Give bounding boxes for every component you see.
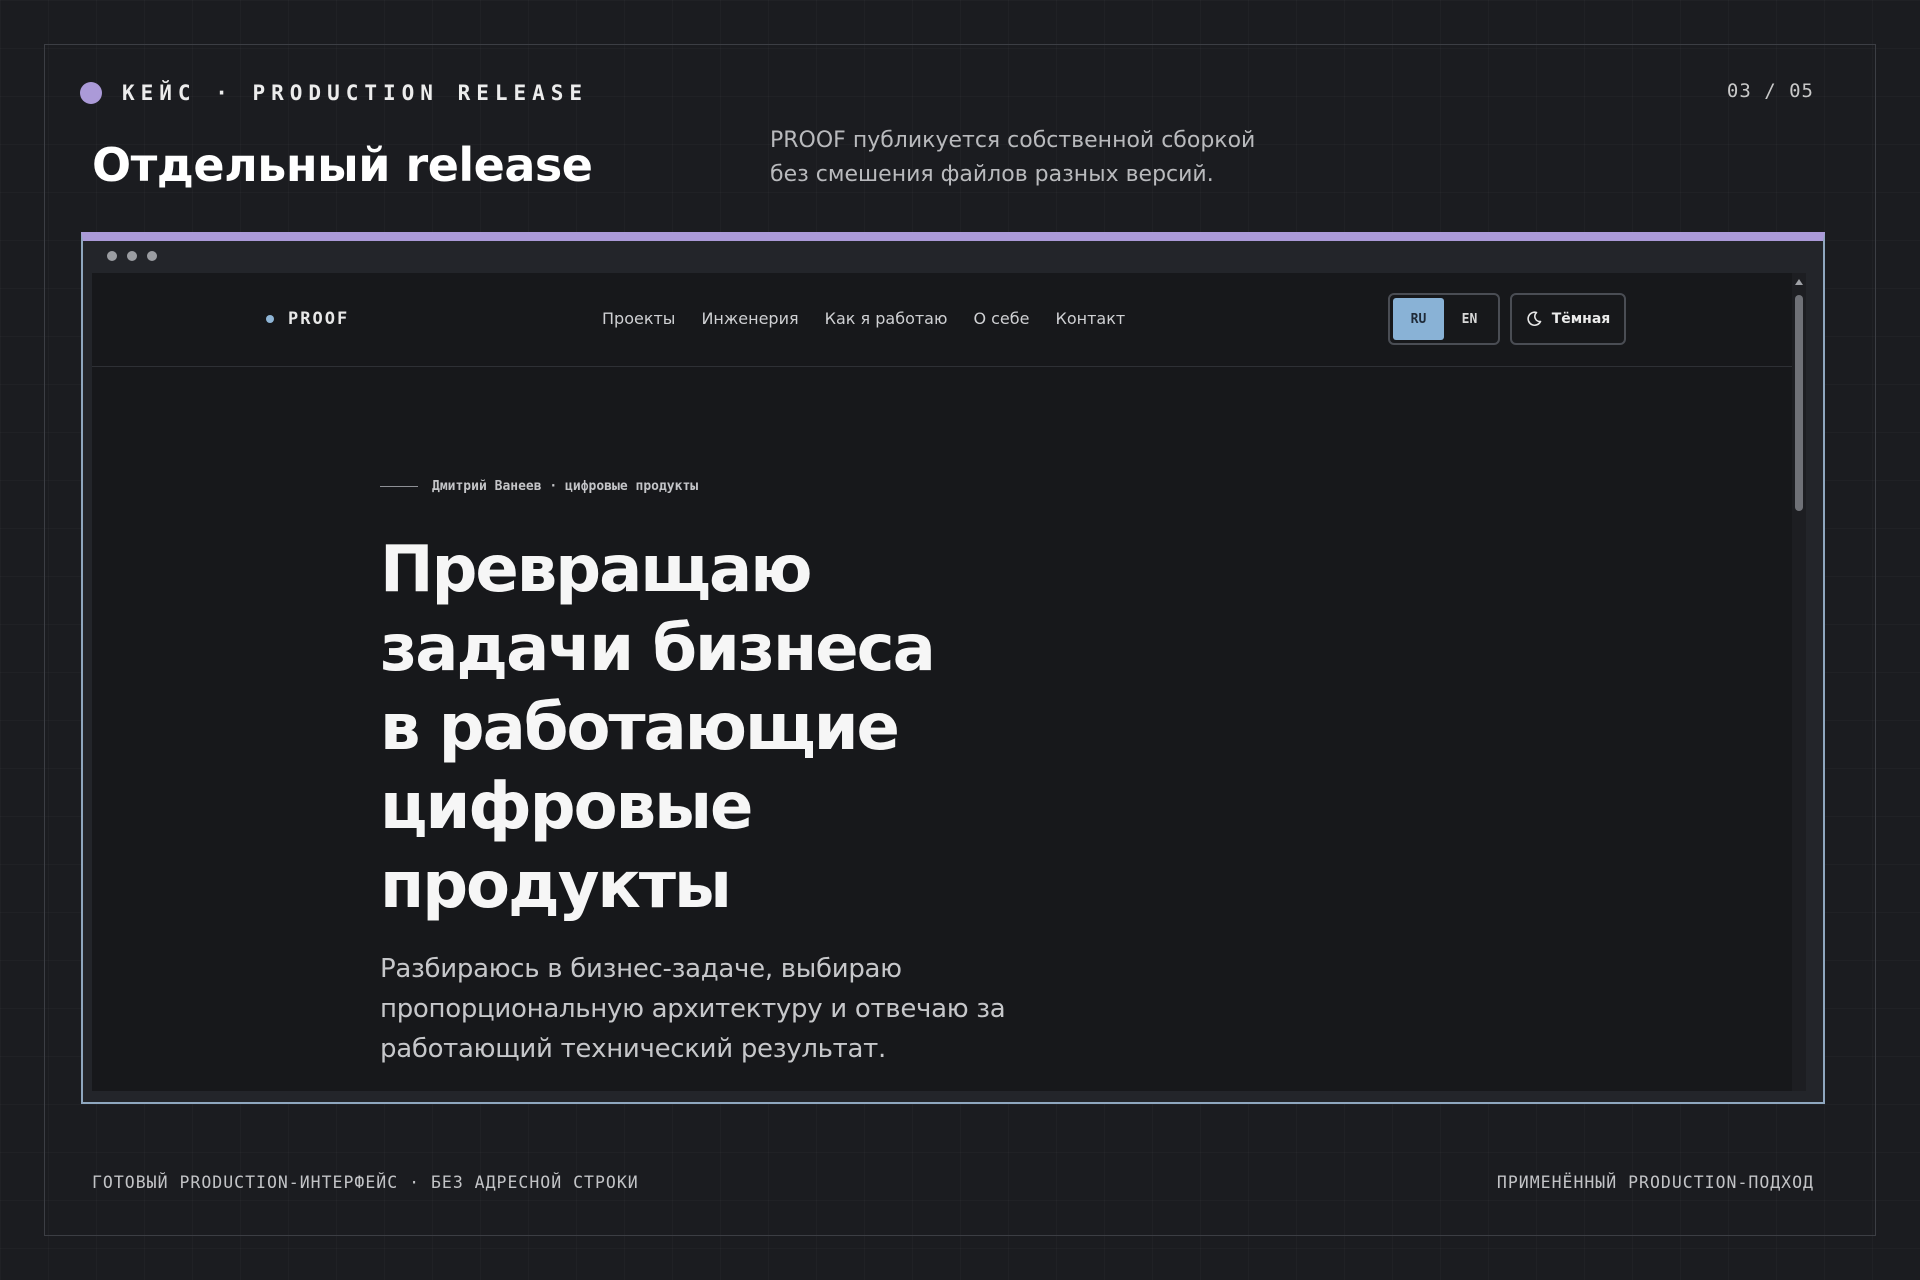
scrollbar-thumb[interactable] — [1795, 295, 1803, 511]
hero-title-line: продукты — [380, 849, 732, 923]
site-nav: Проекты Инженерия Как я работаю О себе К… — [602, 309, 1151, 328]
hero-subtitle-line: работающий технический результат. — [380, 1034, 886, 1064]
nav-link-engineering[interactable]: Инженерия — [701, 309, 798, 328]
hero-subtitle: Разбираюсь в бизнес-задаче, выбираю проп… — [380, 949, 1100, 1069]
page-counter: 03 / 05 — [1726, 80, 1814, 102]
brand-name: PROOF — [288, 309, 350, 329]
browser-titlebar — [83, 241, 1823, 271]
hero-title-line: цифровые — [380, 770, 753, 844]
nav-link-contact[interactable]: Контакт — [1055, 309, 1125, 328]
hero-subtitle-line: пропорциональную архитектуру и отвечаю з… — [380, 994, 1006, 1024]
lang-en-button[interactable]: EN — [1444, 298, 1495, 340]
browser-viewport: PROOF Проекты Инженерия Как я работаю О … — [92, 273, 1806, 1091]
eyebrow-divider — [380, 486, 418, 487]
scroll-up-icon[interactable] — [1795, 279, 1803, 285]
nav-link-how-i-work[interactable]: Как я работаю — [825, 309, 948, 328]
hero-title-line: задачи бизнеса — [380, 612, 936, 686]
hero-title: Превращаю задачи бизнеса в работающие ци… — [380, 531, 1080, 926]
scrollbar[interactable] — [1792, 273, 1806, 1091]
description-line: без смешения файлов разных версий. — [770, 162, 1214, 187]
nav-link-about[interactable]: О себе — [973, 309, 1029, 328]
site-brand[interactable]: PROOF — [266, 309, 349, 329]
window-dot-icon[interactable] — [107, 251, 117, 261]
nav-link-projects[interactable]: Проекты — [602, 309, 675, 328]
description-line: PROOF публикуется собственной сборкой — [770, 128, 1256, 153]
slide-description: PROOF публикуется собственной сборкой бе… — [770, 124, 1290, 192]
theme-label: Тёмная — [1551, 311, 1611, 327]
slide-title: Отдельный release — [92, 138, 593, 192]
kicker-dot-icon — [80, 82, 102, 104]
theme-toggle-button[interactable]: Тёмная — [1510, 293, 1626, 345]
browser-window: PROOF Проекты Инженерия Как я работаю О … — [81, 232, 1825, 1104]
eyebrow-text: Дмитрий Ванеев · цифровые продукты — [432, 479, 699, 494]
kicker-text: КЕЙС · PRODUCTION RELEASE — [122, 81, 589, 105]
footer-caption-left: ГОТОВЫЙ PRODUCTION-ИНТЕРФЕЙС · БЕЗ АДРЕС… — [92, 1173, 639, 1192]
lang-ru-button[interactable]: RU — [1393, 298, 1444, 340]
window-dot-icon[interactable] — [147, 251, 157, 261]
language-switch: RU EN — [1388, 293, 1500, 345]
slide-kicker: КЕЙС · PRODUCTION RELEASE — [80, 80, 588, 106]
brand-dot-icon — [266, 315, 274, 323]
moon-icon — [1526, 311, 1542, 327]
hero-title-line: в работающие — [380, 691, 900, 765]
hero-subtitle-line: Разбираюсь в бизнес-задаче, выбираю — [380, 954, 902, 984]
site-header: PROOF Проекты Инженерия Как я работаю О … — [92, 273, 1806, 367]
hero-eyebrow: Дмитрий Ванеев · цифровые продукты — [380, 479, 698, 494]
footer-caption-right: ПРИМЕНЁННЫЙ PRODUCTION-ПОДХОД — [1496, 1173, 1814, 1192]
window-dot-icon[interactable] — [127, 251, 137, 261]
hero-title-line: Превращаю — [380, 533, 812, 607]
